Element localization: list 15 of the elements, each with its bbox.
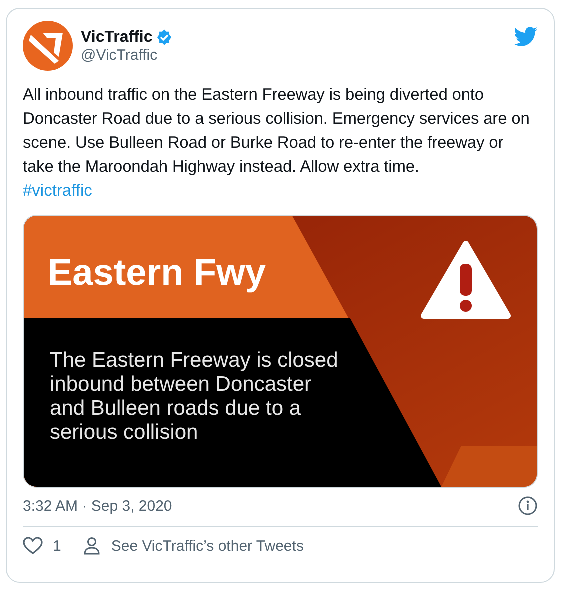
banner-text: The Eastern Freeway is closed inbound between Doncaster and Bulleen roads due to a serious collision	[50, 349, 340, 445]
like-count: 1	[53, 538, 62, 554]
author-handle[interactable]: @VicTraffic	[81, 46, 506, 64]
avatar-logo-icon[interactable]	[23, 21, 73, 71]
other-tweets-link[interactable]: See VicTraffic’s other Tweets	[111, 538, 304, 554]
hashtag-link[interactable]: #victraffic	[23, 179, 92, 203]
author-name[interactable]: VicTraffic	[81, 28, 153, 46]
warning-icon	[420, 240, 512, 320]
banner-title: Eastern Fwy	[48, 252, 266, 294]
person-icon	[83, 537, 102, 555]
tweet-text: All inbound traffic on the Eastern Freeway is being diverted onto Doncaster Road due to a serious collision. Emergency services are on scene. Use Bulleen Road or Burke Road to re-enter the freeway or take the Maroondah Highway instead. Allow extra time.	[23, 85, 531, 178]
timestamp[interactable]: 3:32 AM · Sep 3, 2020	[23, 498, 172, 514]
bird-logo-icon[interactable]	[514, 27, 538, 47]
info-icon[interactable]	[518, 496, 538, 516]
heart-icon[interactable]	[23, 537, 43, 555]
